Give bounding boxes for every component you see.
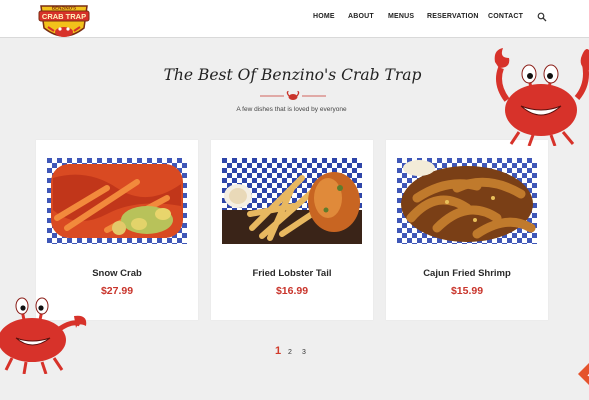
logo-top-text: BENZINO'S — [52, 6, 76, 11]
search-icon[interactable] — [537, 12, 547, 22]
fried-lobster-tail-image — [222, 158, 362, 244]
nav-home[interactable]: HOME — [313, 13, 335, 20]
crab-divider-icon — [260, 90, 326, 100]
dish-name: Cajun Fried Shrimp — [423, 268, 511, 279]
page-link-2[interactable]: 2 — [288, 349, 292, 356]
site-header: BENZINO'S CRAB TRAP HOME ABOUT MENUS RES… — [0, 0, 589, 38]
page-link-3[interactable]: 3 — [302, 349, 306, 356]
nav-contact[interactable]: CONTACT — [488, 13, 523, 20]
crab-logo-icon — [38, 5, 90, 37]
crab-mascot-small-icon — [0, 297, 87, 374]
nav-reservation[interactable]: RESERVATION — [427, 13, 479, 20]
snow-crab-image — [47, 158, 187, 244]
nav-about[interactable]: ABOUT — [348, 13, 374, 20]
logo-main-text: CRAB TRAP — [42, 12, 86, 21]
dish-price: $15.99 — [450, 285, 484, 297]
dish-name: Snow Crab — [92, 268, 142, 279]
nav-menus[interactable]: MENUS — [388, 13, 414, 20]
site-logo[interactable]: BENZINO'S CRAB TRAP — [37, 0, 91, 42]
crab-mascot-icon — [494, 48, 589, 146]
dish-price: $16.99 — [275, 285, 309, 297]
scroll-top-button[interactable] — [568, 354, 589, 394]
dish-name: Fried Lobster Tail — [252, 268, 332, 279]
dish-card-fried-lobster-tail[interactable]: Fried Lobster Tail $16.99 — [211, 140, 373, 320]
cajun-fried-shrimp-image — [397, 158, 537, 244]
dish-card-cajun-fried-shrimp[interactable]: Cajun Fried Shrimp $15.99 — [386, 140, 548, 320]
page-link-1[interactable]: 1 — [275, 345, 281, 357]
